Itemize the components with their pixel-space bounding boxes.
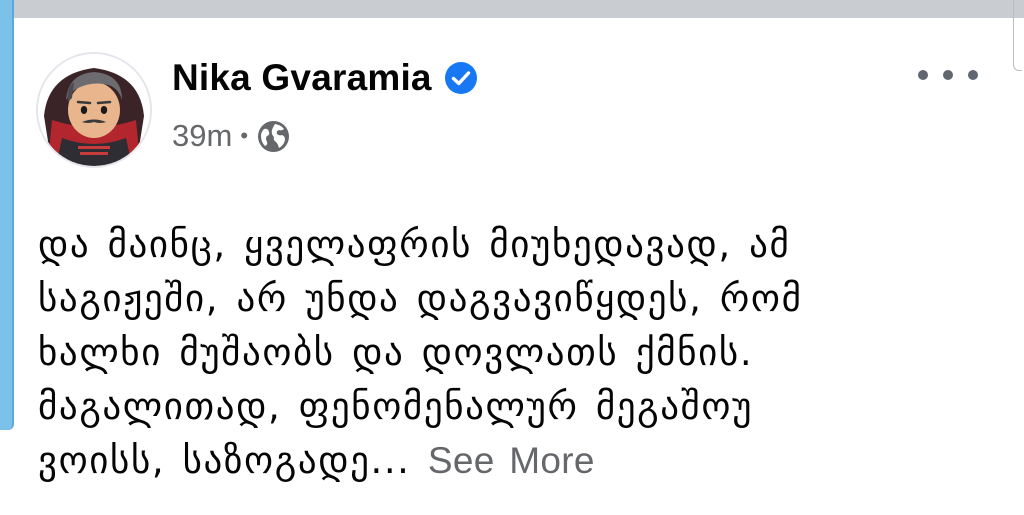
author-avatar[interactable] bbox=[36, 52, 152, 168]
post-text-line: და მაინც, ყველაფრის მიუხედავად, ამ bbox=[38, 223, 791, 266]
post-text-line: მაგალითად, ფენომენალურ მეგაშოუ bbox=[38, 385, 754, 428]
more-options-button[interactable] bbox=[918, 60, 978, 90]
post-text-line: საგიჟეში, არ უნდა დაგვავიწყდეს, რომ bbox=[38, 277, 803, 320]
post-body: და მაინც, ყველაფრის მიუხედავად, ამ საგიჟ… bbox=[38, 218, 998, 488]
author-header: Nika Gvaramia bbox=[172, 54, 478, 102]
post-text-line: ვოისს, საზოგადე... bbox=[38, 439, 411, 482]
verified-badge-icon bbox=[444, 61, 478, 95]
see-more-link[interactable]: See More bbox=[428, 440, 595, 481]
post-meta: 39m • bbox=[172, 116, 290, 156]
right-edge-line bbox=[1013, 0, 1022, 71]
meta-separator: • bbox=[240, 123, 249, 148]
left-accent-bar bbox=[0, 0, 14, 430]
post-text-last-line: ვოისს, საზოგადე... See More bbox=[38, 434, 998, 488]
facebook-post: Nika Gvaramia 39m • და მაინც, ყველაფრის … bbox=[14, 18, 1016, 515]
globe-icon[interactable] bbox=[257, 120, 290, 153]
more-options-icon bbox=[943, 70, 953, 80]
author-name[interactable]: Nika Gvaramia bbox=[172, 57, 432, 99]
more-options-icon bbox=[918, 70, 928, 80]
avatar-illustration bbox=[38, 54, 150, 166]
post-timestamp[interactable]: 39m bbox=[172, 118, 232, 154]
screen: Nika Gvaramia 39m • და მაინც, ყველაფრის … bbox=[0, 0, 1024, 515]
post-text-line: ხალხი მუშაობს და დოვლათს ქმნის. bbox=[38, 331, 754, 374]
top-divider bbox=[0, 0, 1024, 18]
more-options-icon bbox=[968, 70, 978, 80]
